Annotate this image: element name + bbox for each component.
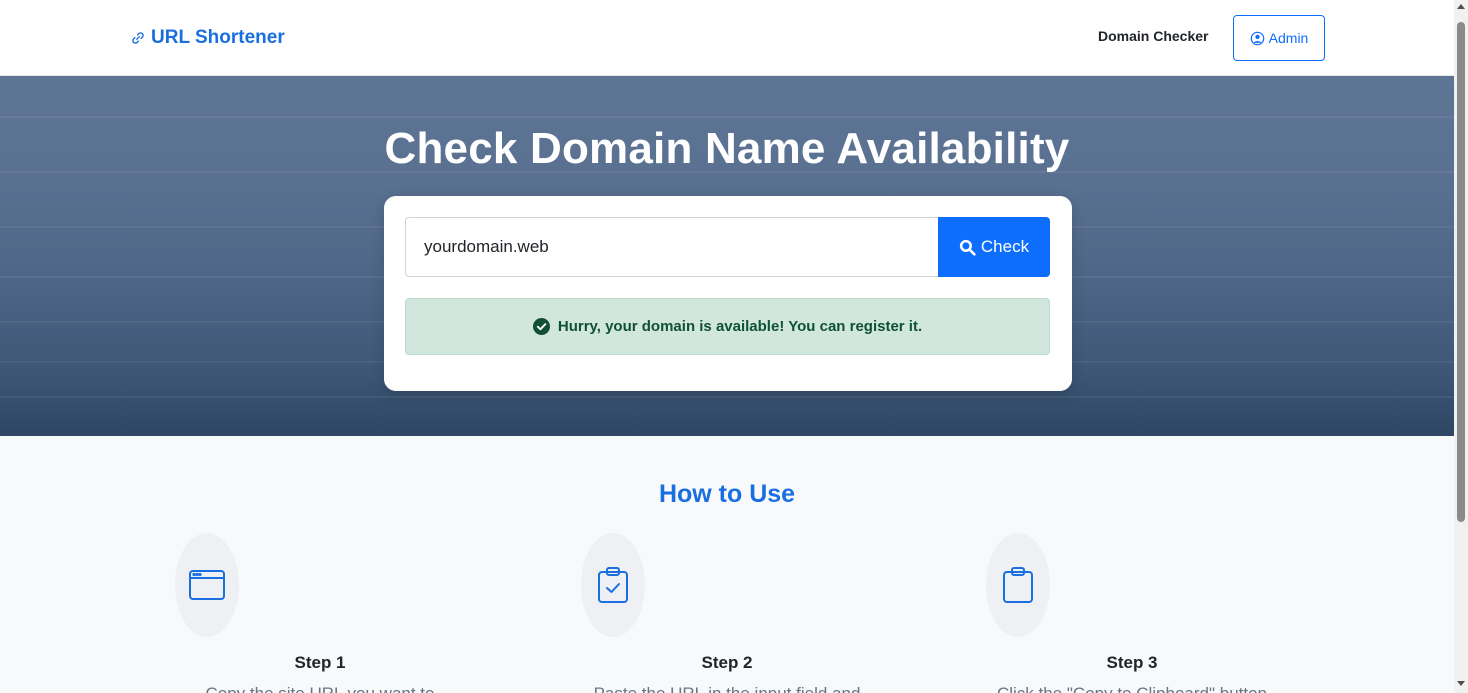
nav-link-domain-checker[interactable]: Domain Checker	[1098, 28, 1208, 44]
domain-check-card: Check Hurry, your domain is available! Y…	[384, 196, 1072, 391]
user-circle-icon	[1250, 31, 1264, 45]
step-description: Click the "Copy to Clipboard" button	[982, 684, 1282, 693]
navbar: URL Shortener Domain Checker Admin	[0, 0, 1454, 76]
domain-input[interactable]	[405, 217, 939, 277]
check-label: Check	[980, 237, 1030, 256]
brand-link[interactable]: URL Shortener	[131, 27, 285, 49]
hero-section: Check Domain Name Availability Check Hur…	[0, 76, 1454, 436]
link-icon	[132, 32, 144, 44]
availability-alert: Hurry, your domain is available! You can…	[405, 298, 1050, 355]
how-to-use-title: How to Use	[658, 480, 796, 508]
step-title: Step 1	[294, 653, 346, 672]
check-circle-icon	[532, 318, 550, 335]
scroll-up-arrow[interactable]	[1457, 4, 1465, 9]
step-description: Paste the URL in the input field and	[577, 684, 877, 693]
admin-button[interactable]: Admin	[1233, 15, 1325, 61]
step-title: Step 3	[1106, 653, 1158, 672]
step-description: Copy the site URL you want to	[170, 684, 470, 693]
check-button[interactable]: Check	[938, 217, 1050, 277]
step-icon-wrap	[986, 533, 1050, 637]
step-title: Step 2	[701, 653, 753, 672]
step-icon-wrap	[175, 533, 239, 637]
brand-label: URL Shortener	[151, 27, 285, 48]
scroll-thumb[interactable]	[1457, 22, 1465, 522]
clipboard-check-icon	[598, 567, 628, 603]
step-icon-wrap	[581, 533, 645, 637]
admin-label: Admin	[1268, 30, 1309, 46]
browser-window-icon	[189, 570, 225, 600]
page-title: Check Domain Name Availability	[384, 124, 1070, 173]
alert-text: Hurry, your domain is available! You can…	[557, 318, 923, 335]
page-scrollbar[interactable]	[1454, 0, 1468, 693]
clipboard-icon	[1003, 567, 1033, 603]
search-icon	[959, 239, 976, 256]
scroll-down-arrow[interactable]	[1457, 681, 1465, 686]
